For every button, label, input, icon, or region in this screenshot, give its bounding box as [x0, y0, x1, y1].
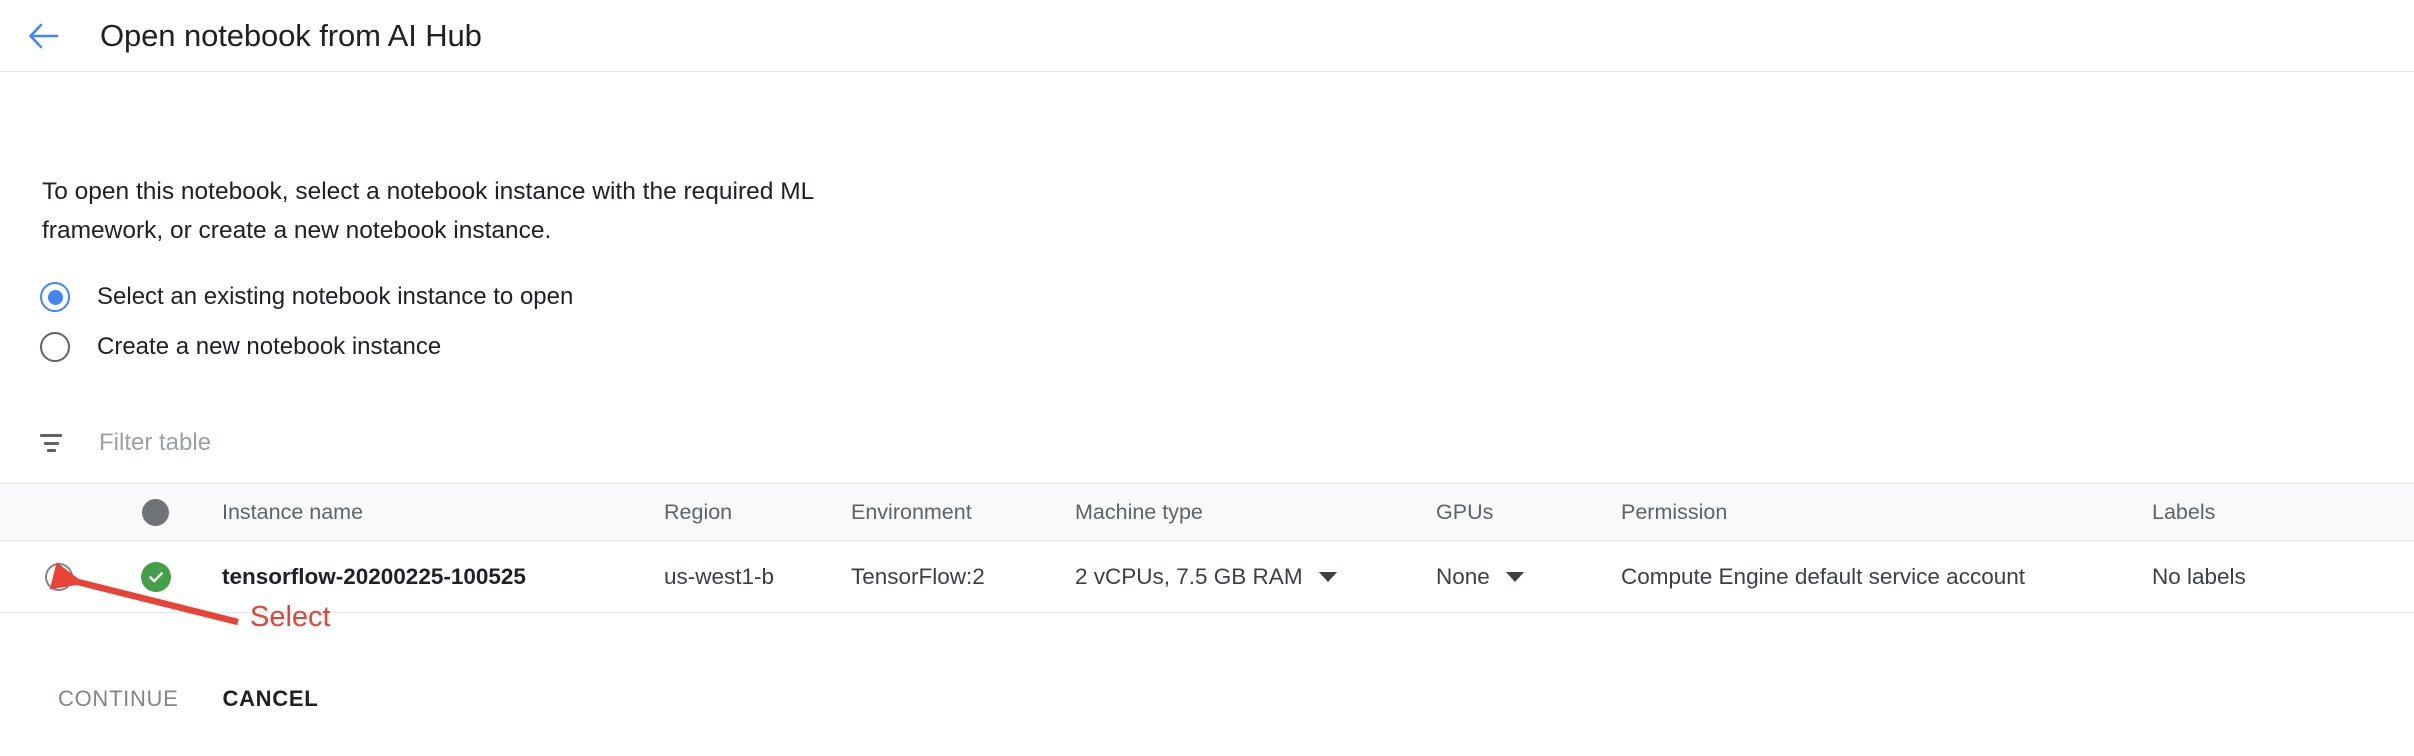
cancel-button[interactable]: CANCEL	[201, 672, 341, 726]
row-radio-button[interactable]	[45, 562, 73, 591]
cell-region: us-west1-b	[664, 563, 775, 589]
radio-label-select-existing: Select an existing notebook instance to …	[97, 283, 574, 310]
filter-icon[interactable]	[36, 428, 66, 458]
continue-button[interactable]: CONTINUE	[36, 672, 201, 726]
status-check-icon	[140, 561, 171, 592]
dialog-actions: CONTINUE CANCEL	[36, 672, 340, 726]
header-labels[interactable]: Labels	[2152, 500, 2414, 525]
gpus-chevron-down-icon[interactable]	[1505, 571, 1524, 582]
header-environment[interactable]: Environment	[851, 500, 1075, 525]
notebook-source-radio-group: Select an existing notebook instance to …	[40, 272, 573, 372]
radio-label-create-new: Create a new notebook instance	[97, 333, 442, 360]
cell-instance-name: tensorflow-20200225-100525	[222, 563, 526, 589]
instances-table: Instance name Region Environment Machine…	[0, 483, 2414, 613]
gpus-value: None	[1436, 563, 1490, 589]
table-row[interactable]: tensorflow-20200225-100525 us-west1-b Te…	[0, 541, 2414, 613]
header-machine-type[interactable]: Machine type	[1075, 500, 1436, 525]
header-instance-name[interactable]: Instance name	[193, 500, 664, 525]
cell-machine-type: 2 vCPUs, 7.5 GB RAM	[1075, 564, 1436, 590]
radio-select-existing-instance[interactable]: Select an existing notebook instance to …	[40, 272, 573, 322]
row-status-cell	[118, 561, 193, 592]
page-root: Open notebook from AI Hub To open this n…	[0, 0, 2414, 756]
row-select-cell	[0, 562, 118, 591]
status-circle-icon	[142, 498, 169, 526]
header-permission[interactable]: Permission	[1621, 500, 2152, 525]
machine-type-value: 2 vCPUs, 7.5 GB RAM	[1075, 563, 1303, 589]
cell-environment: TensorFlow:2	[851, 563, 985, 589]
page-title: Open notebook from AI Hub	[100, 18, 482, 53]
header-status-column	[118, 498, 193, 526]
annotation-label: Select	[250, 601, 331, 633]
cell-gpus: None	[1436, 564, 1621, 590]
table-header-row: Instance name Region Environment Machine…	[0, 483, 2414, 541]
back-arrow-icon[interactable]	[22, 13, 68, 59]
cell-permission: Compute Engine default service account	[1621, 563, 2025, 589]
instructions-text: To open this notebook, select a notebook…	[42, 178, 815, 244]
machine-type-chevron-down-icon[interactable]	[1318, 571, 1337, 582]
radio-button-icon	[40, 282, 70, 312]
annotation-overlay	[49, 562, 239, 626]
radio-create-new-instance[interactable]: Create a new notebook instance	[40, 322, 573, 372]
header-gpus[interactable]: GPUs	[1436, 500, 1621, 525]
filter-table-input[interactable]	[99, 429, 699, 457]
cell-labels: No labels	[2152, 563, 2246, 589]
radio-button-icon	[40, 332, 70, 362]
filter-bar	[36, 422, 936, 464]
header-region[interactable]: Region	[664, 500, 851, 525]
top-app-bar: Open notebook from AI Hub	[0, 0, 2414, 72]
